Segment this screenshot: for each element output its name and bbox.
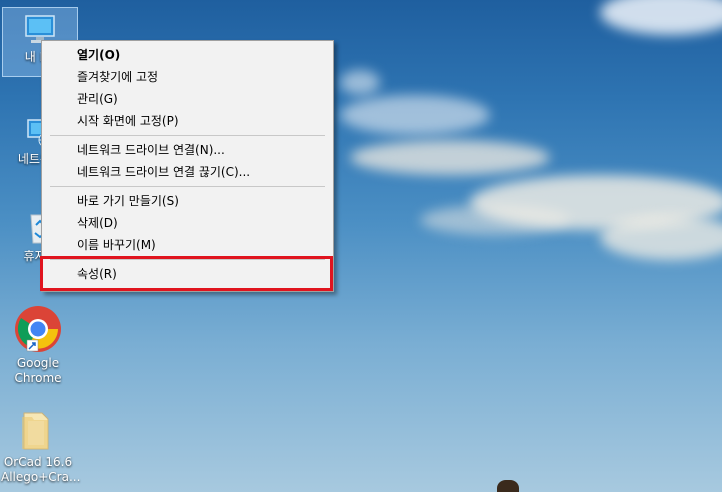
desktop-icon-google-chrome[interactable]: Google Chrome (1, 300, 75, 386)
chrome-icon (15, 306, 61, 352)
desktop: 내 PC 네트워크 휴지통 Google Chrome OrCad 16.6 A… (0, 0, 722, 492)
folder-icon (22, 412, 49, 450)
menu-item-delete[interactable]: 삭제(D) (42, 212, 333, 234)
cloud (340, 95, 490, 135)
desktop-icon-label: Google Chrome (14, 356, 62, 385)
cloud (340, 70, 380, 95)
menu-item-disconnect-network-drive[interactable]: 네트워크 드라이브 연결 끊기(C)... (42, 161, 333, 183)
menu-item-pin-start[interactable]: 시작 화면에 고정(P) (42, 110, 333, 132)
menu-separator (50, 186, 325, 187)
menu-item-open[interactable]: 열기(O) (42, 44, 333, 66)
menu-item-pin-quick-access[interactable]: 즐겨찾기에 고정 (42, 66, 333, 88)
context-menu: 열기(O) 즐겨찾기에 고정 관리(G) 시작 화면에 고정(P) 네트워크 드… (41, 40, 334, 292)
menu-item-create-shortcut[interactable]: 바로 가기 만들기(S) (42, 190, 333, 212)
desktop-icon-orcad[interactable]: OrCad 16.6 Allego+Cra... (1, 405, 81, 485)
wallpaper-figure (497, 480, 519, 492)
menu-separator (50, 135, 325, 136)
cloud (600, 215, 722, 260)
cloud (350, 140, 550, 175)
cloud (600, 0, 722, 35)
menu-item-map-network-drive[interactable]: 네트워크 드라이브 연결(N)... (42, 139, 333, 161)
menu-item-manage[interactable]: 관리(G) (42, 88, 333, 110)
menu-item-rename[interactable]: 이름 바꾸기(M) (42, 234, 333, 256)
highlight-annotation (40, 256, 333, 291)
desktop-icon-label: OrCad 16.6 Allego+Cra... (1, 455, 81, 484)
